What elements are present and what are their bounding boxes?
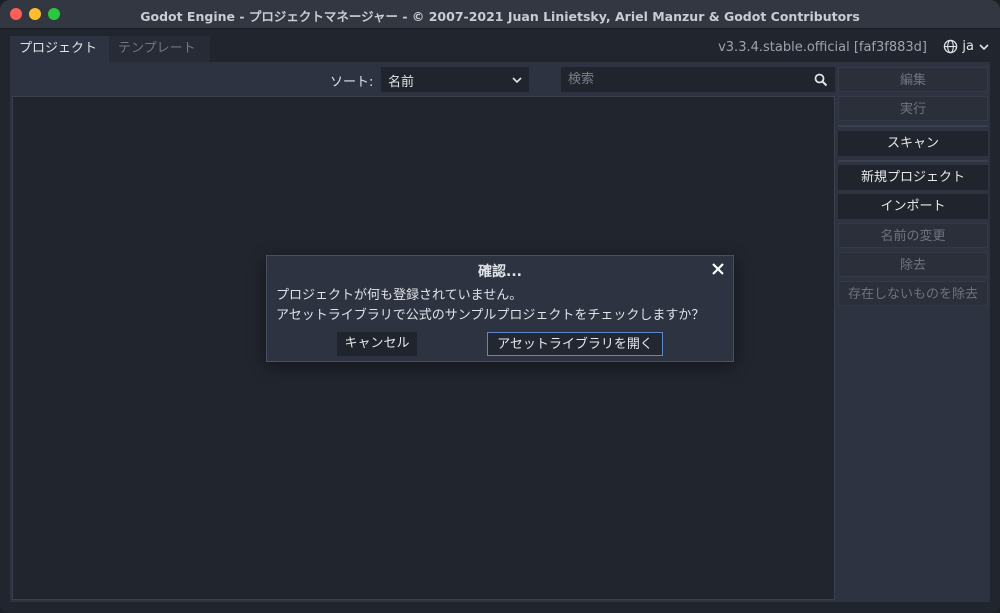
- window-title: Godot Engine - プロジェクトマネージャー - © 2007-202…: [140, 9, 860, 24]
- dialog-title: 確認...: [478, 264, 522, 280]
- dialog-message-line: アセットライブラリで公式のサンプルプロジェクトをチェックしますか？: [276, 308, 705, 323]
- language-label: ja: [962, 39, 974, 54]
- dialog-message-line: プロジェクトが何も登録されていません。: [276, 288, 523, 303]
- import-button[interactable]: インポート: [838, 194, 988, 219]
- tab-projects[interactable]: プロジェクト: [10, 36, 109, 62]
- rename-button[interactable]: 名前の変更: [838, 223, 988, 248]
- separator: [838, 125, 988, 127]
- search-box: [561, 67, 835, 92]
- dialog-message: プロジェクトが何も登録されていません。 アセットライブラリで公式のサンプルプロジ…: [276, 286, 704, 326]
- chevron-down-icon: [978, 41, 990, 53]
- open-asset-library-button[interactable]: アセットライブラリを開く: [487, 332, 663, 356]
- globe-icon: [943, 39, 958, 54]
- scan-button[interactable]: スキャン: [838, 131, 988, 156]
- remove-button[interactable]: 除去: [838, 252, 988, 277]
- sort-value: 名前: [388, 75, 415, 90]
- confirm-dialog: 確認... プロジェクトが何も登録されていません。 アセットライブラリで公式のサ…: [266, 255, 734, 362]
- cancel-button[interactable]: キャンセル: [337, 332, 417, 356]
- tab-templates[interactable]: テンプレート: [109, 36, 210, 62]
- chevron-down-icon: [511, 74, 523, 90]
- search-input[interactable]: [561, 67, 815, 92]
- language-selector[interactable]: ja: [943, 39, 990, 54]
- run-button[interactable]: 実行: [838, 96, 988, 121]
- godot-project-manager-window: Godot Engine - プロジェクトマネージャー - © 2007-202…: [0, 0, 1000, 613]
- edit-button[interactable]: 編集: [838, 67, 988, 92]
- sort-dropdown[interactable]: 名前: [381, 67, 529, 92]
- new-project-button[interactable]: 新規プロジェクト: [838, 165, 988, 190]
- close-icon[interactable]: [709, 260, 727, 278]
- sort-label: ソート:: [330, 75, 374, 90]
- remove-missing-button[interactable]: 存在しないものを除去: [838, 281, 988, 306]
- separator: [838, 160, 988, 162]
- title-bar: Godot Engine - プロジェクトマネージャー - © 2007-202…: [0, 0, 1000, 29]
- search-icon: [814, 72, 828, 91]
- version-label: v3.3.4.stable.official [faf3f883d]: [718, 40, 927, 55]
